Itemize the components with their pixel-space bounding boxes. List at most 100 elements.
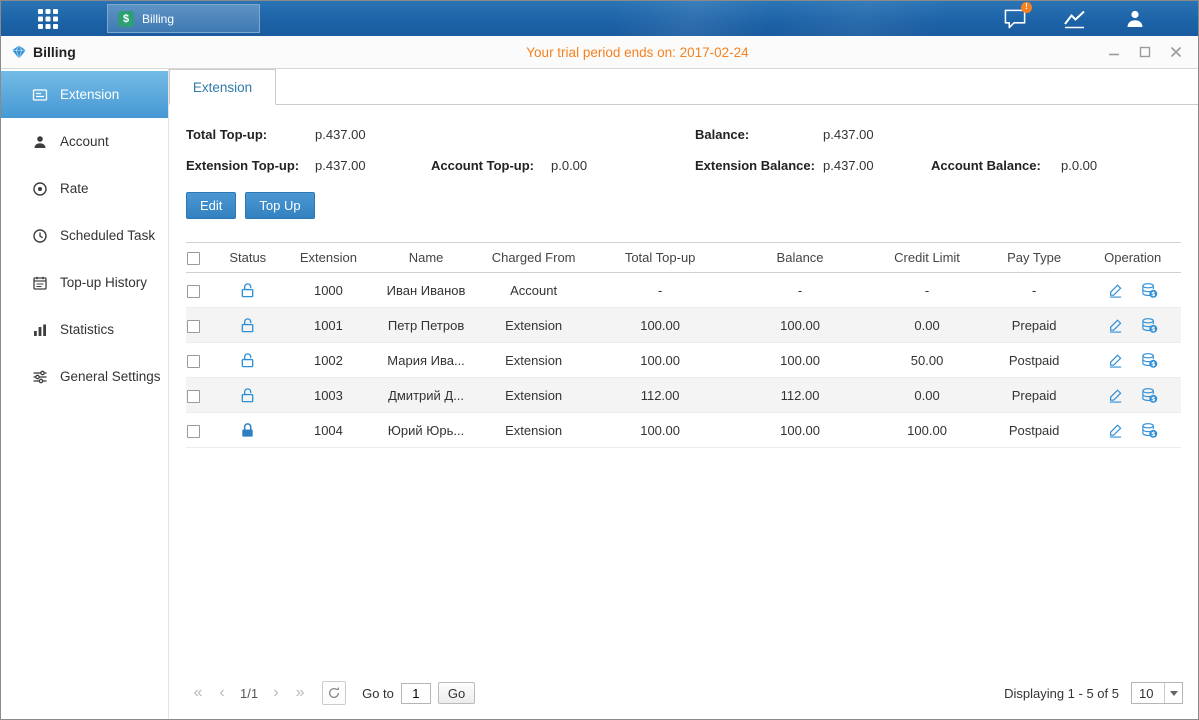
edit-pencil-icon	[1108, 318, 1123, 333]
tab-extension[interactable]: Extension	[169, 69, 276, 105]
extension-topup-value: p.437.00	[315, 158, 431, 173]
page-size-select[interactable]: 10	[1131, 682, 1183, 704]
action-buttons: Edit Top Up	[169, 181, 1198, 219]
topup-row-button[interactable]: $	[1141, 317, 1158, 334]
billing-diamond-icon	[11, 44, 27, 60]
extension-icon	[32, 86, 49, 103]
go-button[interactable]: Go	[438, 682, 475, 704]
sidebar-item-label: Statistics	[60, 322, 114, 337]
sidebar-item-label: Rate	[60, 181, 89, 196]
name-cell: Петр Петров	[375, 318, 477, 333]
billing-app-window: $ Billing !	[0, 0, 1199, 720]
edit-row-button[interactable]	[1108, 283, 1123, 298]
user-button[interactable]	[1122, 6, 1148, 32]
topup-coins-icon: $	[1141, 282, 1158, 299]
topup-row-button[interactable]: $	[1141, 352, 1158, 369]
statistics-icon	[32, 321, 49, 338]
col-credit-limit: Credit Limit	[870, 250, 984, 265]
minimize-button[interactable]	[1106, 44, 1122, 60]
prev-page-button[interactable]: ‹	[210, 684, 234, 702]
sidebar-item-general-settings[interactable]: General Settings	[1, 353, 168, 400]
edit-pencil-icon	[1108, 353, 1123, 368]
sidebar-item-rate[interactable]: Rate	[1, 165, 168, 212]
extension-balance-value: p.437.00	[823, 158, 931, 173]
refresh-button[interactable]	[322, 681, 346, 705]
close-button[interactable]	[1168, 44, 1184, 60]
topup-coins-icon: $	[1141, 352, 1158, 369]
app-body: Extension Account Rate Scheduled Task	[1, 69, 1198, 719]
dropdown-caret-icon	[1164, 683, 1182, 703]
row-checkbox[interactable]	[187, 355, 200, 368]
sidebar-item-statistics[interactable]: Statistics	[1, 306, 168, 353]
row-checkbox[interactable]	[187, 320, 200, 333]
row-checkbox[interactable]	[187, 285, 200, 298]
name-cell: Дмитрий Д...	[375, 388, 477, 403]
user-icon	[1124, 8, 1146, 30]
last-page-button[interactable]: »	[288, 684, 312, 702]
topup-row-button[interactable]: $	[1141, 387, 1158, 404]
maximize-icon	[1139, 46, 1151, 58]
credit-limit-cell: 0.00	[870, 318, 984, 333]
row-checkbox[interactable]	[187, 390, 200, 403]
topup-row-button[interactable]: $	[1141, 282, 1158, 299]
titlebar-app: Billing	[1, 44, 169, 60]
scheduled-task-icon	[32, 227, 49, 244]
goto-page-input[interactable]	[401, 683, 431, 704]
apps-grid-icon	[37, 8, 59, 30]
table-row: 1000 Иван Иванов Account - - - - $	[186, 273, 1181, 308]
minimize-icon	[1108, 46, 1120, 58]
pay-type-cell: -	[984, 283, 1085, 298]
table-row: 1004 Юрий Юрь... Extension 100.00 100.00…	[186, 413, 1181, 448]
charged-from-cell: Extension	[477, 423, 591, 438]
refresh-icon	[327, 686, 341, 700]
extension-cell: 1001	[282, 318, 376, 333]
total-topup-value: p.437.00	[315, 127, 431, 142]
total-topup-cell: 100.00	[590, 423, 729, 438]
topbar-tab-billing[interactable]: $ Billing	[107, 4, 260, 33]
padlock-open-icon	[239, 387, 256, 404]
account-balance-value: p.0.00	[1061, 158, 1097, 173]
summary-row: Extension Top-up: p.437.00 Account Top-u…	[186, 150, 1198, 181]
table-row: 1001 Петр Петров Extension 100.00 100.00…	[186, 308, 1181, 343]
col-total-topup: Total Top-up	[590, 250, 729, 265]
padlock-open-icon	[239, 317, 256, 334]
sidebar-item-label: General Settings	[60, 369, 161, 384]
select-all-checkbox[interactable]	[187, 252, 200, 265]
topup-coins-icon: $	[1141, 422, 1158, 439]
edit-button[interactable]: Edit	[186, 192, 236, 219]
credit-limit-cell: 100.00	[870, 423, 984, 438]
page-title: Billing	[33, 44, 76, 60]
sidebar-item-scheduled-task[interactable]: Scheduled Task	[1, 212, 168, 259]
edit-row-button[interactable]	[1108, 388, 1123, 403]
dollar-circle-icon: $	[118, 11, 134, 27]
topbar-tab-billing-label: Billing	[142, 12, 174, 26]
sidebar-item-label: Extension	[60, 87, 119, 102]
window-controls	[1106, 44, 1198, 60]
next-page-button[interactable]: ›	[264, 684, 288, 702]
performance-button[interactable]	[1062, 6, 1088, 32]
page-size-value: 10	[1132, 686, 1164, 701]
row-checkbox[interactable]	[187, 425, 200, 438]
credit-limit-cell: 0.00	[870, 388, 984, 403]
topup-coins-icon: $	[1141, 387, 1158, 404]
balance-label: Balance:	[695, 127, 823, 142]
sidebar-item-topup-history[interactable]: Top-up History	[1, 259, 168, 306]
messages-button[interactable]: !	[1002, 6, 1028, 32]
sidebar-item-account[interactable]: Account	[1, 118, 168, 165]
total-topup-cell: 100.00	[590, 318, 729, 333]
apps-grid-button[interactable]	[33, 6, 63, 32]
top-up-button[interactable]: Top Up	[245, 192, 314, 219]
edit-row-button[interactable]	[1108, 353, 1123, 368]
edit-row-button[interactable]	[1108, 423, 1123, 438]
col-extension: Extension	[282, 250, 376, 265]
tab-extension-label: Extension	[193, 80, 252, 95]
first-page-button[interactable]: «	[186, 684, 210, 702]
topup-row-button[interactable]: $	[1141, 422, 1158, 439]
sidebar-item-extension[interactable]: Extension	[1, 71, 168, 118]
table-row: 1002 Мария Ива... Extension 100.00 100.0…	[186, 343, 1181, 378]
maximize-button[interactable]	[1137, 44, 1153, 60]
edit-row-button[interactable]	[1108, 318, 1123, 333]
balance-cell: 112.00	[730, 388, 870, 403]
extension-table: Status Extension Name Charged From Total…	[186, 242, 1181, 448]
table-header-row: Status Extension Name Charged From Total…	[186, 242, 1181, 273]
